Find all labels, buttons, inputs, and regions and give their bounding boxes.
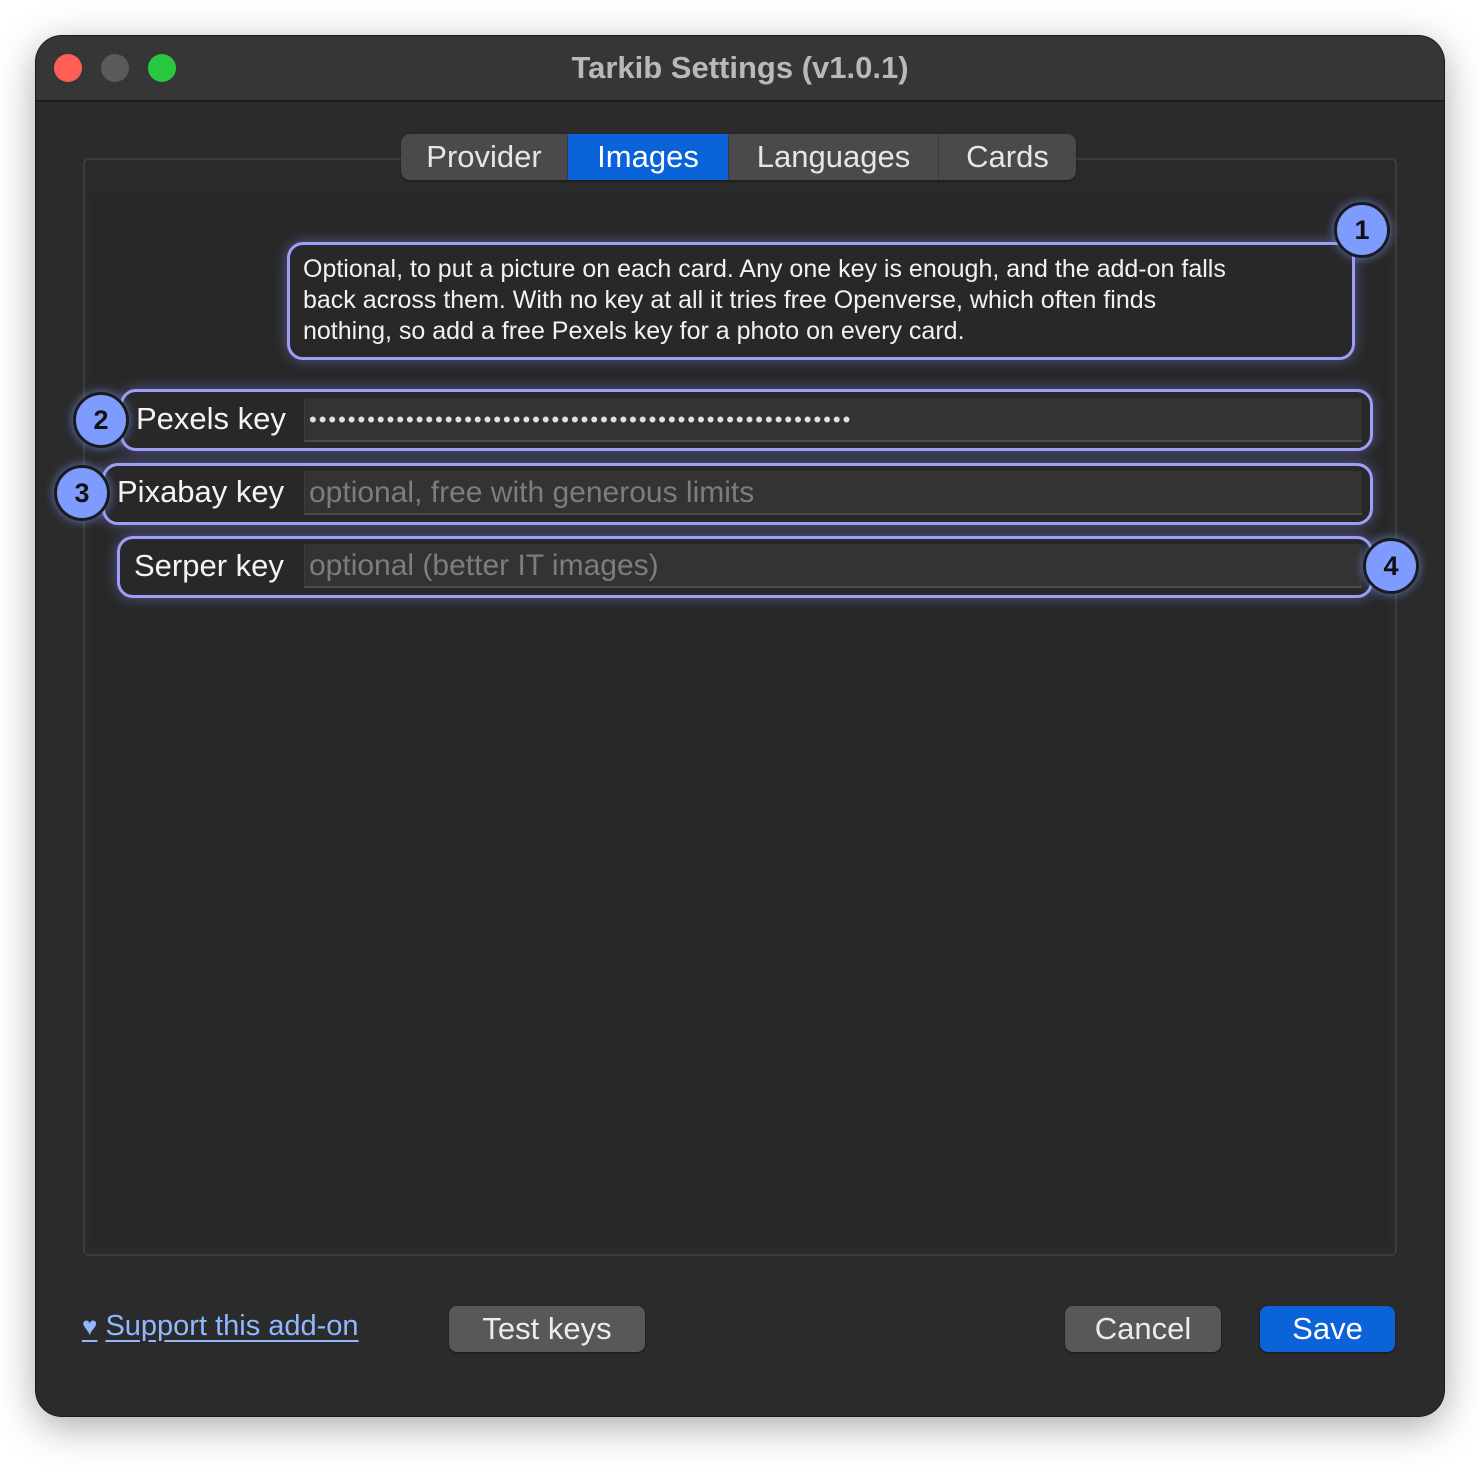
annotation-badge-4: 4 — [1363, 538, 1419, 594]
support-link[interactable]: ♥ Support this add-on — [82, 1306, 359, 1346]
pixabay-key-field[interactable]: optional, free with generous limits — [304, 471, 1362, 515]
serper-key-label: Serper key — [134, 548, 284, 583]
test-keys-button[interactable]: Test keys — [449, 1306, 645, 1352]
tab-images[interactable]: Images — [568, 134, 729, 180]
tab-bar: Provider Images Languages Cards — [401, 134, 1076, 180]
annotation-badge-2: 2 — [73, 392, 129, 448]
pixabay-key-label: Pixabay key — [117, 474, 285, 509]
images-info-text: Optional, to put a picture on each card.… — [303, 255, 1226, 345]
window-title: Tarkib Settings (v1.0.1) — [571, 50, 909, 85]
annotation-badge-3: 3 — [54, 465, 110, 521]
cancel-button[interactable]: Cancel — [1065, 1306, 1221, 1352]
tab-provider[interactable]: Provider — [401, 134, 568, 180]
title-bar: Tarkib Settings (v1.0.1) — [36, 36, 1444, 102]
heart-icon: ♥ — [82, 1311, 98, 1341]
annotation-badge-1: 1 — [1334, 202, 1390, 258]
serper-key-field[interactable]: optional (better IT images) — [304, 544, 1362, 588]
support-link-label: Support this add-on — [105, 1310, 359, 1342]
pexels-key-label: Pexels key — [136, 401, 286, 436]
pexels-key-field[interactable]: ••••••••••••••••••••••••••••••••••••••••… — [304, 398, 1362, 442]
tab-languages[interactable]: Languages — [729, 134, 939, 180]
tab-cards[interactable]: Cards — [939, 134, 1076, 180]
save-button[interactable]: Save — [1260, 1306, 1395, 1352]
